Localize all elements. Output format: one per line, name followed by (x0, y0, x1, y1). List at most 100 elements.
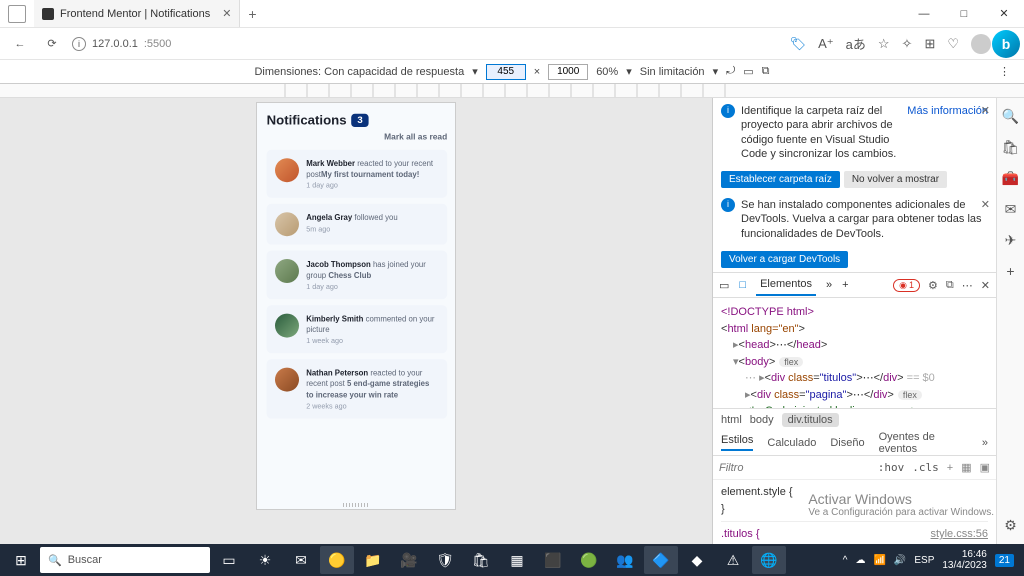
dont-show-button[interactable]: No volver a mostrar (844, 171, 947, 188)
add-icon[interactable]: + (1006, 263, 1014, 279)
vpn-icon[interactable]: 🛡 (428, 546, 462, 574)
teams-icon[interactable]: 👥 (608, 546, 642, 574)
dock-icon[interactable]: ⧉ (946, 279, 954, 292)
chevron-down-icon[interactable]: ▾ (626, 65, 632, 78)
styles-tabs: Estilos Calculado Diseño Oyentes de even… (713, 430, 996, 456)
chevron-down-icon[interactable]: ▾ (472, 65, 478, 78)
url-field[interactable]: i 127.0.0.1:5500 (72, 37, 171, 51)
close-window-button[interactable]: ✕ (984, 0, 1024, 28)
width-input[interactable] (486, 64, 526, 80)
more-tabs-icon[interactable]: » (826, 279, 832, 291)
outlook-icon[interactable]: ✉ (1005, 201, 1017, 218)
taskbar-search[interactable]: 🔍 Buscar (40, 547, 210, 573)
browser-tab[interactable]: Frontend Mentor | Notifications ✕ (34, 0, 240, 27)
rotate-icon[interactable]: ⤾ (726, 65, 735, 78)
close-tab-icon[interactable]: ✕ (222, 7, 231, 20)
tab-styles[interactable]: Estilos (721, 434, 753, 451)
warning-icon[interactable]: ⚠ (716, 546, 750, 574)
more-icon[interactable]: ⋯ (962, 279, 973, 292)
maximize-button[interactable]: □ (944, 0, 984, 28)
tab-listeners[interactable]: Oyentes de eventos (879, 431, 968, 455)
inspect-icon[interactable]: ▭ (719, 279, 729, 292)
set-root-button[interactable]: Establecer carpeta raíz (721, 171, 840, 188)
breadcrumb[interactable]: html body div.titulos (713, 408, 996, 430)
extensions-icon[interactable]: ⊞ (924, 36, 935, 52)
add-tab-icon[interactable]: + (842, 279, 848, 291)
git-icon[interactable]: ◆ (680, 546, 714, 574)
store-icon[interactable]: 🛍 (464, 546, 498, 574)
chrome-icon[interactable]: 🟡 (320, 546, 354, 574)
height-input[interactable] (548, 64, 588, 80)
health-icon[interactable]: ♡ (947, 36, 959, 52)
excel-icon[interactable]: ▦ (500, 546, 534, 574)
hov-toggle[interactable]: :hov (878, 461, 905, 474)
zoom-label[interactable]: 60% (596, 66, 618, 78)
fold-icon[interactable]: ⧉ (762, 65, 770, 78)
personal-tab-icon[interactable] (8, 5, 26, 23)
vscode-icon[interactable]: 🔷 (644, 546, 678, 574)
notification-card[interactable]: Angela Gray followed you 5m ago (267, 204, 448, 245)
flexbox-icon[interactable]: ▦ (961, 461, 971, 474)
avatar (275, 212, 299, 236)
favorite-icon[interactable]: ☆ (878, 36, 890, 52)
throttle-label[interactable]: Sin limitación (640, 66, 705, 78)
profile-icon[interactable] (971, 34, 991, 54)
more-info-link[interactable]: Más información (907, 104, 988, 161)
resize-handle[interactable] (343, 503, 369, 507)
notification-card[interactable]: Kimberly Smith commented on your picture… (267, 305, 448, 353)
settings-icon[interactable]: ⚙ (1004, 517, 1017, 534)
explorer-icon[interactable]: 📁 (356, 546, 390, 574)
tab-layout[interactable]: Diseño (830, 437, 864, 449)
translate-icon[interactable]: aあ (846, 34, 866, 53)
gear-icon[interactable]: ⚙ (928, 279, 938, 292)
tab-computed[interactable]: Calculado (767, 437, 816, 449)
mail-icon[interactable]: ✉ (284, 546, 318, 574)
mark-all-read-button[interactable]: Mark all as read (267, 132, 448, 142)
more-icon[interactable]: ⋮ (999, 65, 1010, 78)
weather-icon[interactable]: ☀ (248, 546, 282, 574)
close-icon[interactable]: ✕ (981, 279, 990, 292)
collections-icon[interactable]: ✧ (902, 36, 913, 52)
reload-devtools-button[interactable]: Volver a cargar DevTools (721, 251, 848, 268)
dom-tree[interactable]: <!DOCTYPE html> <html lang="en"> ▸<head>… (713, 298, 996, 408)
favicon-icon (42, 8, 54, 20)
screenshot-icon[interactable]: ▭ (743, 65, 753, 78)
shopping-icon[interactable]: 🛍 (1002, 139, 1020, 156)
back-button[interactable]: ← (8, 32, 32, 56)
notification-card[interactable]: Mark Webber reacted to your recent postM… (267, 150, 448, 198)
notification-card[interactable]: Nathan Peterson reacted to your recent p… (267, 359, 448, 418)
refresh-button[interactable]: ⟳ (40, 32, 64, 56)
system-tray[interactable]: ^ ☁ 📶 🔊 ESP 16:4613/4/2023 21 (843, 549, 1020, 571)
task-view-icon[interactable]: ▭ (212, 546, 246, 574)
tools-icon[interactable]: 🧰 (1002, 170, 1019, 187)
new-rule-icon[interactable]: + (947, 462, 953, 474)
edge-icon[interactable]: 🌐 (752, 546, 786, 574)
spotify-icon[interactable]: 🟢 (572, 546, 606, 574)
games-icon[interactable]: ✈ (1005, 232, 1017, 249)
viewport: Notifications 3 Mark all as read Mark We… (0, 98, 712, 544)
tab-elements[interactable]: Elementos (756, 274, 816, 296)
notification-card[interactable]: Jacob Thompson has joined your group Che… (267, 251, 448, 299)
site-info-icon[interactable]: i (72, 37, 86, 51)
read-aloud-icon[interactable]: A⁺ (818, 36, 834, 52)
dimensions-label[interactable]: Dimensiones: Con capacidad de respuesta (254, 66, 464, 78)
box-model-icon[interactable]: ▣ (980, 461, 990, 474)
zoom-icon[interactable]: 🎥 (392, 546, 426, 574)
minimize-button[interactable]: — (904, 0, 944, 28)
bing-button[interactable]: b (992, 30, 1020, 58)
tag-icon[interactable]: 🏷 (790, 36, 807, 52)
obs-icon[interactable]: ⬛ (536, 546, 570, 574)
more-icon[interactable]: » (982, 437, 988, 449)
start-button[interactable]: ⊞ (4, 546, 38, 574)
close-icon[interactable]: ✕ (981, 104, 990, 118)
url-host: 127.0.0.1 (92, 38, 138, 50)
address-bar: ← ⟳ i 127.0.0.1:5500 🏷 A⁺ aあ ☆ ✧ ⊞ ♡ ⋯ (0, 28, 1024, 60)
cls-toggle[interactable]: .cls (912, 461, 939, 474)
filter-input[interactable] (719, 462, 870, 474)
search-icon[interactable]: 🔍 (1002, 108, 1019, 125)
issues-badge[interactable]: ◉ 1 (893, 279, 920, 292)
new-tab-button[interactable]: + (240, 6, 264, 22)
close-icon[interactable]: ✕ (981, 198, 990, 212)
chevron-down-icon[interactable]: ▾ (713, 65, 719, 78)
device-icon[interactable]: □ (739, 279, 746, 291)
